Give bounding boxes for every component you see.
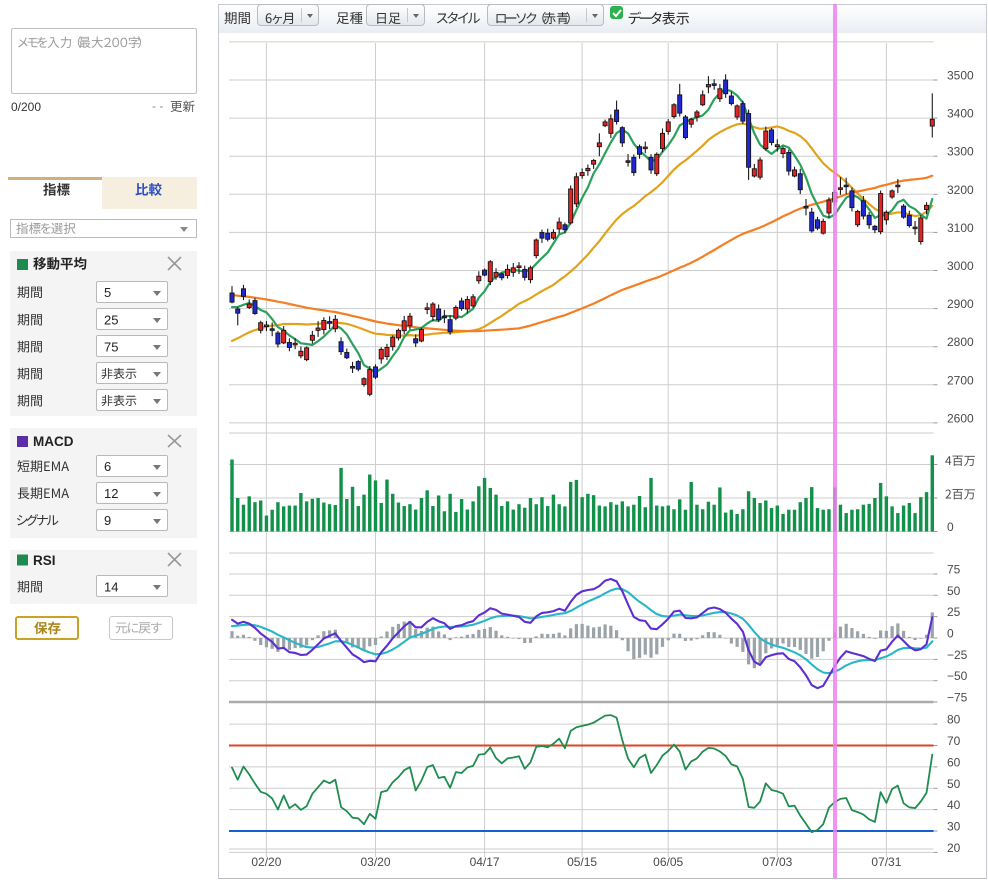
svg-text:50: 50 [947, 777, 961, 791]
svg-text:2800: 2800 [947, 335, 974, 349]
svg-text:05/15: 05/15 [567, 855, 597, 869]
svg-text:MACD: MACD [33, 434, 74, 449]
svg-text:- -: - - [152, 99, 163, 113]
svg-text:9: 9 [104, 513, 111, 528]
svg-text:3200: 3200 [947, 183, 974, 197]
svg-text:14: 14 [104, 580, 118, 595]
svg-text:−25: −25 [947, 648, 968, 662]
svg-text:3300: 3300 [947, 145, 974, 159]
svg-text:25: 25 [104, 313, 118, 328]
svg-text:0/200: 0/200 [11, 100, 41, 114]
svg-text:12: 12 [104, 486, 118, 501]
svg-text:−75: −75 [947, 691, 968, 705]
svg-text:70: 70 [947, 734, 961, 748]
svg-text:3000: 3000 [947, 259, 974, 273]
svg-text:75: 75 [947, 563, 961, 577]
svg-text:02/20: 02/20 [251, 855, 281, 869]
svg-text:80: 80 [947, 713, 961, 727]
svg-text:50: 50 [947, 584, 961, 598]
svg-text:07/31: 07/31 [871, 855, 901, 869]
svg-text:−50: −50 [947, 669, 968, 683]
svg-text:2700: 2700 [947, 373, 974, 387]
svg-text:3100: 3100 [947, 221, 974, 235]
svg-text:3500: 3500 [947, 69, 974, 83]
svg-text:40: 40 [947, 798, 961, 812]
svg-text:5: 5 [104, 285, 111, 300]
svg-text:0: 0 [947, 627, 954, 641]
svg-text:03/20: 03/20 [360, 855, 390, 869]
svg-text:25: 25 [947, 605, 961, 619]
svg-text:20: 20 [947, 841, 961, 855]
svg-text:RSI: RSI [33, 553, 56, 568]
svg-text:3400: 3400 [947, 107, 974, 121]
svg-text:60: 60 [947, 755, 961, 769]
svg-text:30: 30 [947, 820, 961, 834]
svg-text:75: 75 [104, 340, 118, 355]
svg-text:07/03: 07/03 [762, 855, 792, 869]
svg-text:06/05: 06/05 [653, 855, 683, 869]
svg-text:2600: 2600 [947, 411, 974, 425]
svg-text:0: 0 [947, 520, 954, 534]
svg-text:04/17: 04/17 [470, 855, 500, 869]
svg-text:6: 6 [104, 459, 111, 474]
svg-text:2900: 2900 [947, 297, 974, 311]
